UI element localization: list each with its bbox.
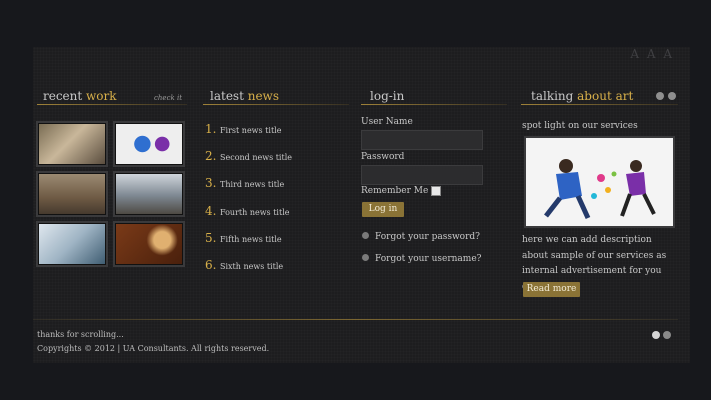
recent-work-divider: [37, 104, 187, 105]
arrow-bullet-icon: [362, 254, 369, 261]
forgot-username-link[interactable]: Forgot your username?: [362, 254, 481, 264]
login-divider: [361, 104, 507, 105]
remember-me-checkbox[interactable]: [431, 186, 441, 196]
recent-work-heading: recent work: [43, 89, 117, 103]
dancers-illustration: [544, 159, 656, 220]
username-field[interactable]: [361, 130, 483, 150]
spotlight-subtitle: spot light on our services: [522, 121, 638, 131]
work-thumbnail-2[interactable]: [113, 121, 185, 167]
work-thumbnail-3[interactable]: [36, 171, 108, 217]
work-thumbnail-1[interactable]: [36, 121, 108, 167]
work-thumbnail-6[interactable]: [113, 221, 185, 267]
work-thumbnail-4[interactable]: [113, 171, 185, 217]
talking-about-art-heading: talking about art: [531, 89, 634, 103]
news-item[interactable]: 5. Fifth news title: [205, 231, 282, 245]
art-divider: [521, 104, 678, 105]
latest-news-divider: [203, 104, 349, 105]
copyright-text: Copyrights © 2012 | UA Consultants. All …: [37, 344, 270, 353]
thanks-text: thanks for scrolling...: [37, 330, 124, 339]
next-arrow-icon[interactable]: [668, 92, 676, 100]
username-label: User Name: [361, 117, 413, 127]
news-item[interactable]: 3. Third news title: [205, 176, 284, 190]
work-thumbnail-5[interactable]: [36, 221, 108, 267]
footer-divider: [33, 319, 678, 320]
slide-dot-active[interactable]: [652, 331, 660, 339]
login-heading: log-in: [370, 89, 405, 103]
password-label: Password: [361, 152, 405, 162]
check-it-link[interactable]: check it: [154, 94, 182, 102]
content-panel: A A A recent work check it latest news 1…: [33, 47, 690, 363]
previous-arrow-icon[interactable]: [656, 92, 664, 100]
slide-dot[interactable]: [663, 331, 671, 339]
arrow-bullet-icon: [362, 232, 369, 239]
forgot-password-link[interactable]: Forgot your password?: [362, 232, 480, 242]
font-size-control[interactable]: A A A: [630, 47, 674, 61]
news-item[interactable]: 2. Second news title: [205, 149, 292, 163]
read-more-button[interactable]: Read more: [523, 282, 580, 297]
news-item[interactable]: 1. First news title: [205, 122, 281, 136]
password-field[interactable]: [361, 165, 483, 185]
latest-news-heading: latest news: [210, 89, 279, 103]
remember-me-label: Remember Me: [361, 186, 429, 196]
news-item[interactable]: 4. Fourth news title: [205, 204, 289, 218]
login-button[interactable]: Log in: [362, 202, 404, 217]
featured-image[interactable]: [524, 136, 675, 228]
news-item[interactable]: 6. Sixth news title: [205, 258, 283, 272]
